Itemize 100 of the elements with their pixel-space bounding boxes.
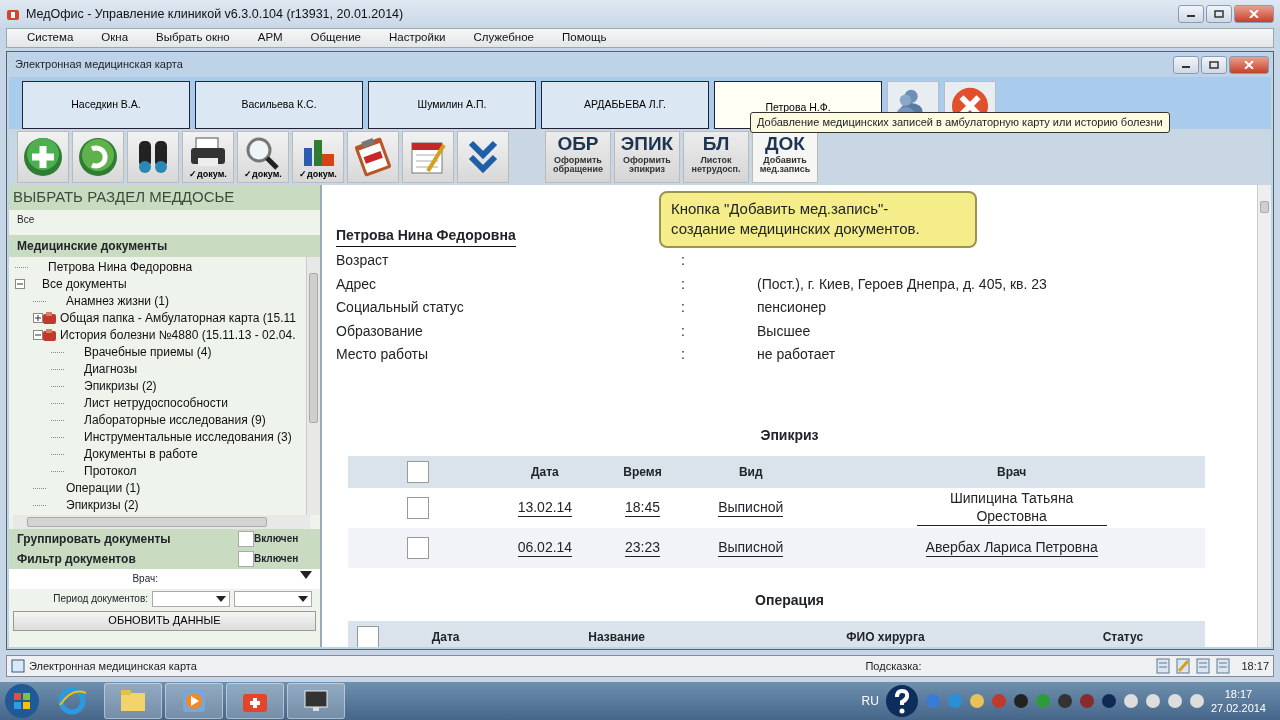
collapse-icon[interactable]: [33, 330, 43, 340]
refresh-button[interactable]: ОБНОВИТЬ ДАННЫЕ: [13, 610, 316, 631]
tree-item[interactable]: Петрова Нина Федоровна: [48, 258, 193, 276]
tray-icon[interactable]: [1122, 693, 1139, 709]
patient-tab[interactable]: Шумилин А.П.: [368, 81, 536, 129]
tree-item[interactable]: Эпикризы (2): [66, 496, 139, 514]
checkbox[interactable]: [238, 530, 254, 547]
printer-button[interactable]: ✓докум.: [182, 131, 234, 183]
document-icon[interactable]: [1195, 658, 1212, 674]
tray-icon[interactable]: [1166, 693, 1183, 709]
maximize-icon: [1209, 60, 1219, 69]
menu-item[interactable]: АРМ: [257, 29, 297, 47]
field-label: Образование: [336, 321, 424, 341]
clock-date[interactable]: 27.02.2014: [1210, 701, 1266, 716]
magnifier-button[interactable]: ✓докум.: [237, 131, 289, 183]
tray-icon[interactable]: [1078, 693, 1095, 709]
tree-item[interactable]: Лабораторные исследования (9): [84, 411, 266, 429]
start-button[interactable]: [4, 683, 40, 719]
tree-item[interactable]: Общая папка - Амбулаторная карта (15.11: [60, 309, 296, 327]
tray-icon[interactable]: [1144, 693, 1161, 709]
tree-item[interactable]: Все документы: [42, 275, 127, 293]
document-button[interactable]: БЛ Листок нетрудосп.: [683, 131, 749, 183]
chevrons-button[interactable]: [457, 131, 509, 183]
field-label: Врач:: [132, 572, 158, 586]
tree-item[interactable]: Врачебные приемы (4): [84, 343, 212, 361]
tree-item[interactable]: Документы в работе: [84, 445, 198, 463]
status-text: Электронная медицинская карта: [29, 658, 197, 674]
field-value: (Пост.), г. Киев, Героев Днепра, д. 405, кв. 23: [757, 274, 1047, 294]
tray-icon[interactable]: [968, 693, 985, 709]
checkbox[interactable]: [407, 496, 429, 519]
scrollbar[interactable]: [13, 514, 310, 529]
pencil-icon[interactable]: [1175, 658, 1192, 674]
menu-item[interactable]: Окна: [101, 29, 143, 47]
clipboard-button[interactable]: [347, 131, 399, 183]
tree-item[interactable]: Инструментальные исследования (3): [84, 428, 292, 446]
section-title: Операция: [754, 590, 825, 610]
window-icon: [11, 659, 25, 673]
callout-note: Кнопка "Добавить мед.запись"- создание медицинских документов.: [659, 191, 977, 248]
patient-tab[interactable]: АРДАБЬЕВА Л.Г.: [541, 81, 709, 129]
list-icon[interactable]: [1155, 658, 1172, 674]
maximize-button[interactable]: [1201, 55, 1227, 74]
separator: :: [681, 321, 686, 341]
table-link[interactable]: Шипицина Татьяна Орестовна: [916, 488, 1107, 526]
menu-item[interactable]: Система: [27, 29, 88, 47]
tray-icon[interactable]: [1056, 693, 1073, 709]
tree-item[interactable]: История болезни №4880 (15.11.13 - 02.04.: [60, 326, 296, 344]
language-indicator[interactable]: RU: [861, 692, 879, 710]
maximize-button[interactable]: [1206, 5, 1232, 23]
date-dropdown[interactable]: [234, 590, 312, 607]
patient-tab[interactable]: Наседкин В.А.: [22, 81, 190, 129]
tree-item[interactable]: Анамнез жизни (1): [66, 292, 169, 310]
help-icon[interactable]: [884, 684, 919, 718]
expand-icon[interactable]: [33, 313, 43, 323]
checkbox[interactable]: [407, 536, 429, 559]
scrollbar[interactable]: [1257, 185, 1271, 647]
checkbox[interactable]: [357, 625, 379, 647]
dropdown-arrow-icon: [300, 570, 312, 579]
checkbox-label: Включен: [254, 552, 300, 566]
refresh-button[interactable]: [72, 131, 124, 183]
tree-item[interactable]: Диагнозы: [84, 360, 138, 378]
tree-item[interactable]: Операции (1): [66, 479, 141, 497]
taskbar-button[interactable]: [287, 683, 345, 719]
menu-item[interactable]: Выбрать окно: [156, 29, 244, 47]
binoculars-button[interactable]: [127, 131, 179, 183]
tree-item[interactable]: Протокол: [84, 462, 137, 480]
checkbox[interactable]: [407, 460, 429, 483]
clock-time[interactable]: 18:17: [1210, 686, 1266, 701]
separator: :: [681, 251, 686, 271]
scrollbar[interactable]: [306, 256, 320, 515]
window-icon[interactable]: [1215, 658, 1232, 674]
document-button[interactable]: ЭПИК Оформить эпикриз: [614, 131, 680, 183]
tree-item[interactable]: Лист нетрудоспособности: [84, 394, 228, 412]
calendar-button[interactable]: [402, 131, 454, 183]
column-header: ФИО хирурга: [846, 629, 925, 644]
patient-tab[interactable]: Васильева К.С.: [195, 81, 363, 129]
checkbox[interactable]: [238, 550, 254, 567]
column-header: Название: [588, 629, 645, 644]
minimize-button[interactable]: [1178, 5, 1204, 23]
plus-button[interactable]: [17, 131, 69, 183]
tray-icon[interactable]: [1012, 693, 1029, 709]
menu-item[interactable]: Служебное: [473, 29, 548, 47]
field-label: Адрес: [336, 274, 378, 294]
tree-item[interactable]: Эпикризы (2): [84, 377, 157, 395]
collapse-icon[interactable]: [15, 279, 25, 289]
minimize-button[interactable]: [1173, 55, 1199, 74]
table-link[interactable]: 13.02.14: [517, 498, 573, 518]
chart-button[interactable]: ✓докум.: [292, 131, 344, 183]
column-header: Дата: [531, 464, 559, 479]
menu-item[interactable]: Общение: [310, 29, 375, 47]
tray-icon[interactable]: [1100, 693, 1117, 709]
taskbar-button[interactable]: [226, 683, 284, 719]
document-button[interactable]: ДОК Добавить мед.запись: [752, 131, 818, 183]
table-link[interactable]: 18:45: [624, 498, 660, 518]
table-link[interactable]: Выписной: [718, 498, 784, 518]
date-dropdown[interactable]: [152, 590, 230, 607]
tray-icon[interactable]: [1188, 693, 1205, 709]
filter-label[interactable]: Все: [17, 213, 35, 225]
menu-item[interactable]: Помощь: [562, 29, 621, 47]
menu-item[interactable]: Настройки: [389, 29, 460, 47]
document-button[interactable]: ОБР Оформить обращение: [545, 131, 611, 183]
